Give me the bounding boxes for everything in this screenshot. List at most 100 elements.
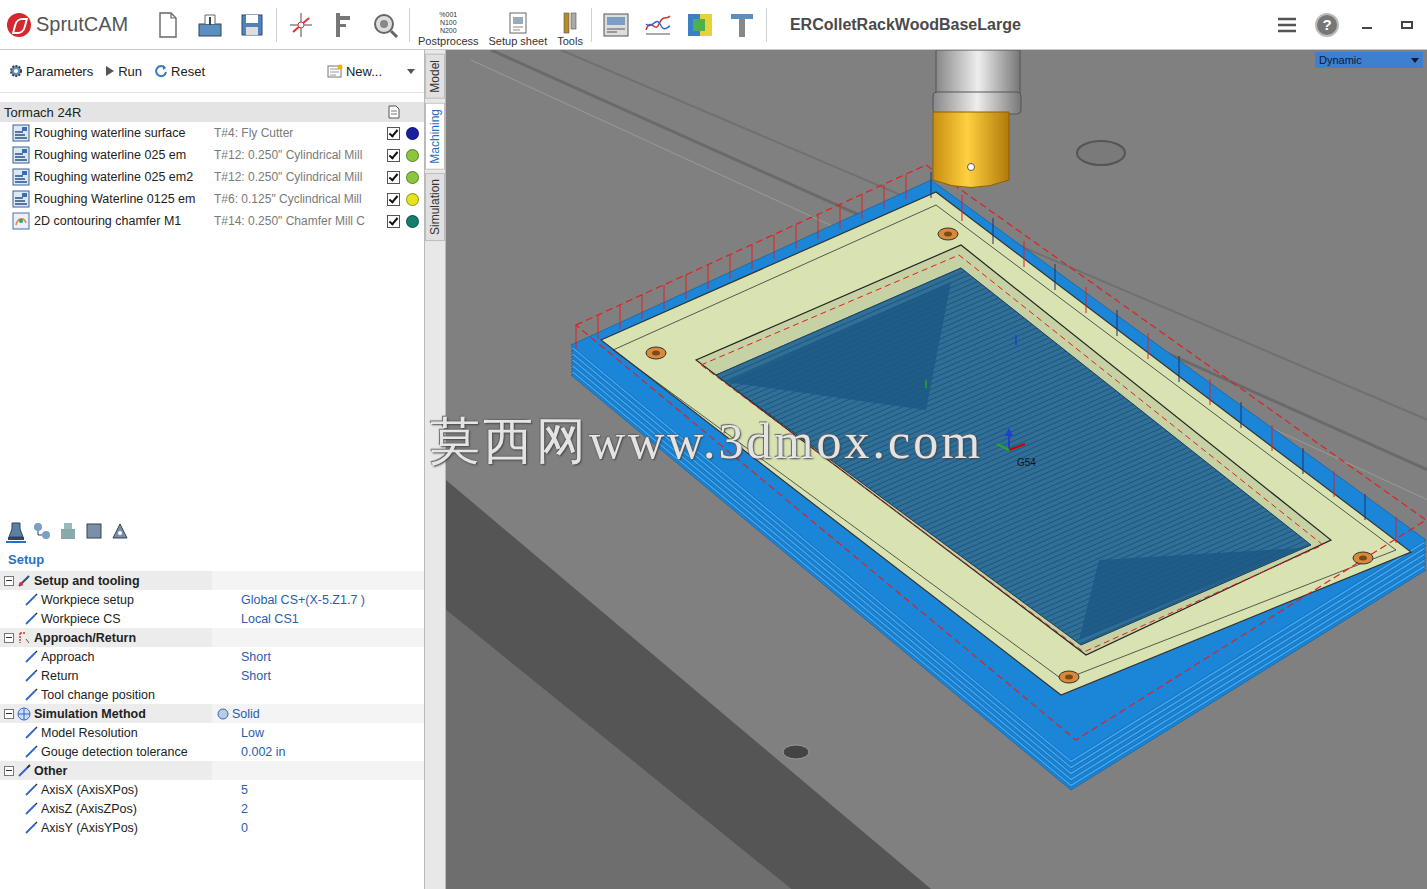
property-value[interactable]: 5	[241, 783, 248, 797]
chart-button[interactable]	[640, 7, 676, 43]
dropdown-arrow-icon[interactable]	[1411, 58, 1419, 63]
help-icon[interactable]: ?	[1315, 13, 1339, 37]
property-page-icon[interactable]	[6, 521, 26, 541]
setup-sheet-icon[interactable]	[506, 11, 530, 35]
operation-name[interactable]: Roughing Waterline 0125 em	[34, 192, 214, 206]
chart-icon[interactable]	[643, 10, 673, 40]
run-label[interactable]: Run	[118, 64, 142, 79]
property-row[interactable]: ApproachShort	[0, 647, 424, 666]
operation-row[interactable]: 2D contouring chamfer M1T#14: 0.250" Cha…	[0, 210, 424, 232]
operation-checkbox[interactable]	[387, 193, 400, 206]
property-group[interactable]: Other	[0, 761, 424, 780]
postprocess-icon[interactable]: %001N100N200	[439, 11, 457, 35]
properties-tab[interactable]	[58, 521, 78, 543]
property-page-icon[interactable]	[84, 521, 104, 541]
toolbar-label[interactable]: Setup sheet	[489, 35, 548, 47]
view-mode-label[interactable]: Dynamic	[1319, 54, 1362, 66]
group-value[interactable]: Solid	[212, 707, 260, 721]
measure-button[interactable]	[367, 7, 403, 43]
property-value[interactable]: Global CS+(X-5.Z1.7 )	[241, 593, 365, 607]
color-icon[interactable]	[685, 10, 715, 40]
property-row[interactable]: Gouge detection tolerance0.002 in	[0, 742, 424, 761]
parameters-label[interactable]: Parameters	[26, 64, 93, 79]
operation-checkbox[interactable]	[387, 215, 400, 228]
property-group[interactable]: Approach/Return	[0, 628, 424, 647]
color-button[interactable]	[682, 7, 718, 43]
dropdown-arrow-icon[interactable]	[407, 69, 415, 74]
property-row[interactable]: Model ResolutionLow	[0, 723, 424, 742]
view-tab[interactable]: Simulation	[425, 173, 445, 241]
caliper-button[interactable]	[325, 7, 361, 43]
parameters-button[interactable]: Parameters	[6, 62, 96, 81]
property-value[interactable]: Low	[241, 726, 264, 740]
open-file-button[interactable]	[192, 7, 228, 43]
property-value[interactable]: 2	[241, 802, 248, 816]
maximize-icon[interactable]	[1400, 18, 1414, 32]
property-value[interactable]: Short	[241, 669, 271, 683]
reset-icon[interactable]	[154, 64, 168, 78]
save-button[interactable]	[234, 7, 270, 43]
view-tab[interactable]: Model	[425, 54, 445, 99]
toolpath-scene[interactable]	[446, 50, 1427, 889]
toolbar-label[interactable]: Tools	[557, 35, 583, 47]
toolbar-button[interactable]: Setup sheet	[484, 3, 553, 47]
operation-checkbox[interactable]	[387, 171, 400, 184]
tools-icon[interactable]	[558, 11, 582, 35]
gear-icon[interactable]	[9, 64, 23, 78]
properties-tab[interactable]	[110, 521, 130, 543]
reset-label[interactable]: Reset	[171, 64, 205, 79]
property-page-icon[interactable]	[58, 521, 78, 541]
property-value[interactable]: 0	[241, 821, 248, 835]
run-button[interactable]: Run	[102, 62, 145, 81]
property-row[interactable]: Workpiece setupGlobal CS+(X-5.Z1.7 )	[0, 590, 424, 609]
machine-button[interactable]	[598, 7, 634, 43]
property-row[interactable]: Workpiece CSLocal CS1	[0, 609, 424, 628]
operation-tool[interactable]: T#12: 0.250" Cylindrical Mill	[214, 170, 385, 184]
expand-toggle[interactable]	[4, 766, 14, 776]
property-value[interactable]: 0.002 in	[241, 745, 285, 759]
operation-row[interactable]: Roughing waterline surfaceT#4: Fly Cutte…	[0, 122, 424, 144]
operation-icon[interactable]	[12, 212, 30, 230]
toolbar-label[interactable]: Postprocess	[418, 35, 479, 47]
property-group[interactable]: Simulation MethodSolid	[0, 704, 424, 723]
tool-holder-button[interactable]	[724, 7, 760, 43]
tool-holder-icon[interactable]	[727, 10, 757, 40]
save-icon[interactable]	[237, 10, 267, 40]
minimize-icon[interactable]	[1360, 18, 1374, 32]
operation-icon[interactable]	[12, 168, 30, 186]
operation-checkbox[interactable]	[387, 149, 400, 162]
operation-tool[interactable]: T#4: Fly Cutter	[214, 126, 385, 140]
toolbar-button[interactable]: %001N100N200Postprocess	[413, 3, 484, 47]
group-value-text[interactable]: Solid	[232, 707, 260, 721]
reset-button[interactable]: Reset	[151, 62, 208, 81]
properties-tab[interactable]	[32, 521, 52, 543]
operation-tool[interactable]: T#6: 0.125" Cyclindrical Mill	[214, 192, 385, 206]
hamburger-icon[interactable]	[1277, 17, 1297, 33]
property-row[interactable]: Tool change position	[0, 685, 424, 704]
operation-name[interactable]: Roughing waterline 025 em	[34, 148, 214, 162]
expand-toggle[interactable]	[4, 633, 14, 643]
property-row[interactable]: AxisX (AxisXPos)5	[0, 780, 424, 799]
new-file-button[interactable]	[150, 7, 186, 43]
new-file-icon[interactable]	[153, 10, 183, 40]
properties-tab[interactable]	[84, 521, 104, 543]
play-icon[interactable]	[105, 65, 115, 77]
property-row[interactable]: ReturnShort	[0, 666, 424, 685]
document-icon[interactable]	[388, 105, 400, 119]
caliper-icon[interactable]	[328, 10, 358, 40]
property-page-icon[interactable]	[110, 521, 130, 541]
new-label[interactable]: New...	[346, 64, 382, 79]
operation-icon[interactable]	[12, 190, 30, 208]
expand-toggle[interactable]	[4, 576, 14, 586]
operation-row[interactable]: Roughing waterline 025 em2T#12: 0.250" C…	[0, 166, 424, 188]
maximize-button[interactable]	[1387, 18, 1427, 32]
operation-checkbox[interactable]	[387, 127, 400, 140]
view-mode-dropdown[interactable]: Dynamic	[1315, 52, 1423, 68]
toolbar-button[interactable]: Tools	[552, 3, 588, 47]
property-value[interactable]: Short	[241, 650, 271, 664]
3d-viewport[interactable]: DynamicG54	[446, 50, 1427, 889]
axis-button[interactable]	[283, 7, 319, 43]
property-row[interactable]: AxisY (AxisYPos)0	[0, 818, 424, 837]
operation-icon[interactable]	[12, 146, 30, 164]
new-operation-button[interactable]: New...	[324, 62, 418, 81]
